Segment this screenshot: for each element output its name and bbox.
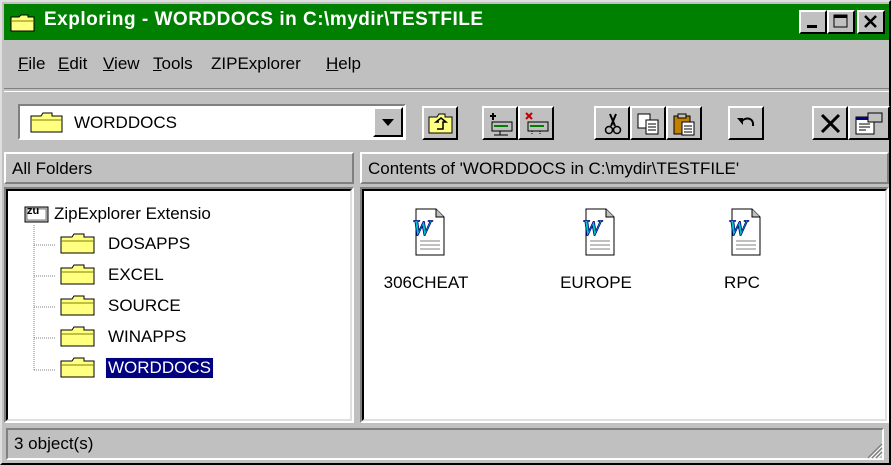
- minimize-button[interactable]: [799, 10, 827, 34]
- tree-item-dosapps[interactable]: DOSAPPS: [60, 231, 340, 257]
- file-item-rpc[interactable]: W RPC: [682, 201, 802, 301]
- file-list[interactable]: W 306CHEAT W EUROPE W RPC: [360, 187, 889, 423]
- contents-header: Contents of 'WORDDOCS in C:\mydir\TESTFI…: [360, 152, 889, 184]
- location-value: WORDDOCS: [74, 113, 177, 132]
- tree-item-excel[interactable]: EXCEL: [60, 262, 340, 288]
- menu-help[interactable]: Help: [326, 54, 361, 74]
- close-icon: [864, 15, 877, 28]
- tree-item-winapps[interactable]: WINAPPS: [60, 324, 340, 350]
- disconnect-network-drive-button[interactable]: [518, 106, 554, 140]
- undo-button[interactable]: [728, 106, 764, 140]
- svg-text:W: W: [728, 215, 749, 240]
- menu-view[interactable]: View: [103, 54, 140, 74]
- status-bar: 3 object(s): [4, 424, 889, 464]
- word-document-icon: W: [728, 208, 761, 256]
- copy-icon: [637, 113, 659, 135]
- minimize-icon: [807, 25, 817, 28]
- menu-file[interactable]: File: [18, 54, 45, 74]
- chevron-down-icon: [382, 119, 394, 126]
- svg-text:W: W: [582, 215, 603, 240]
- close-button[interactable]: [857, 10, 885, 34]
- location-dropdown-button[interactable]: [373, 107, 403, 137]
- word-document-icon: W: [412, 208, 445, 256]
- up-one-level-button[interactable]: [422, 106, 458, 140]
- svg-text:W: W: [412, 215, 433, 240]
- map-network-drive-icon: [490, 113, 513, 136]
- word-document-icon: W: [582, 208, 615, 256]
- copy-button[interactable]: [630, 106, 666, 140]
- explorer-window: Exploring - WORDDOCS in C:\mydir\TESTFIL…: [0, 0, 891, 465]
- status-panel: 3 object(s): [6, 428, 884, 460]
- folder-icon: [30, 112, 63, 133]
- disconnect-network-drive-icon: [525, 112, 549, 135]
- window-title: Exploring - WORDDOCS in C:\mydir\TESTFIL…: [44, 9, 484, 30]
- delete-icon: [820, 113, 841, 134]
- properties-button[interactable]: [848, 106, 890, 140]
- cut-button[interactable]: [594, 106, 630, 140]
- all-folders-header: All Folders: [4, 152, 354, 184]
- folder-icon: [10, 14, 35, 32]
- tree-item-worddocs[interactable]: WORDDOCS: [60, 355, 340, 381]
- paste-button[interactable]: [666, 106, 702, 140]
- paste-icon: [673, 113, 695, 136]
- open-folder-icon: [60, 357, 95, 378]
- delete-button[interactable]: [812, 106, 848, 140]
- title-bar[interactable]: Exploring - WORDDOCS in C:\mydir\TESTFIL…: [4, 4, 889, 40]
- selected-folder-label: WORDDOCS: [105, 357, 214, 379]
- menu-edit[interactable]: Edit: [58, 54, 87, 74]
- cut-icon: [604, 113, 622, 135]
- file-item-europe[interactable]: W EUROPE: [536, 201, 656, 301]
- folder-icon: [60, 326, 95, 347]
- undo-icon: [737, 117, 755, 127]
- status-text: 3 object(s): [14, 434, 94, 453]
- file-item-306cheat[interactable]: W 306CHEAT: [366, 201, 486, 301]
- tree-root-zipexplorer[interactable]: zu ZipExplorer Extensio: [20, 201, 350, 227]
- folder-icon: [60, 295, 95, 316]
- properties-icon: [855, 112, 883, 135]
- resize-grip-icon[interactable]: [866, 442, 884, 460]
- tree-item-source[interactable]: SOURCE: [60, 293, 340, 319]
- menu-separator: [4, 88, 889, 92]
- toolbar: WORDDOCS: [4, 96, 890, 146]
- maximize-button[interactable]: [827, 10, 855, 34]
- menu-tools[interactable]: Tools: [153, 54, 193, 74]
- zip-drive-mark: zu: [27, 205, 40, 217]
- menu-zipexplorer[interactable]: ZIPExplorer: [211, 54, 301, 74]
- map-network-drive-button[interactable]: [482, 106, 518, 140]
- folder-icon: [60, 233, 95, 254]
- menu-bar: File Edit View Tools ZIPExplorer Help: [4, 42, 889, 82]
- folder-tree[interactable]: zu ZipExplorer Extensio DOSAPPS EXCEL SO…: [4, 187, 354, 423]
- maximize-icon: [833, 14, 848, 28]
- folder-icon: [60, 264, 95, 285]
- location-combobox[interactable]: WORDDOCS: [18, 104, 406, 140]
- up-one-level-icon: [428, 113, 453, 134]
